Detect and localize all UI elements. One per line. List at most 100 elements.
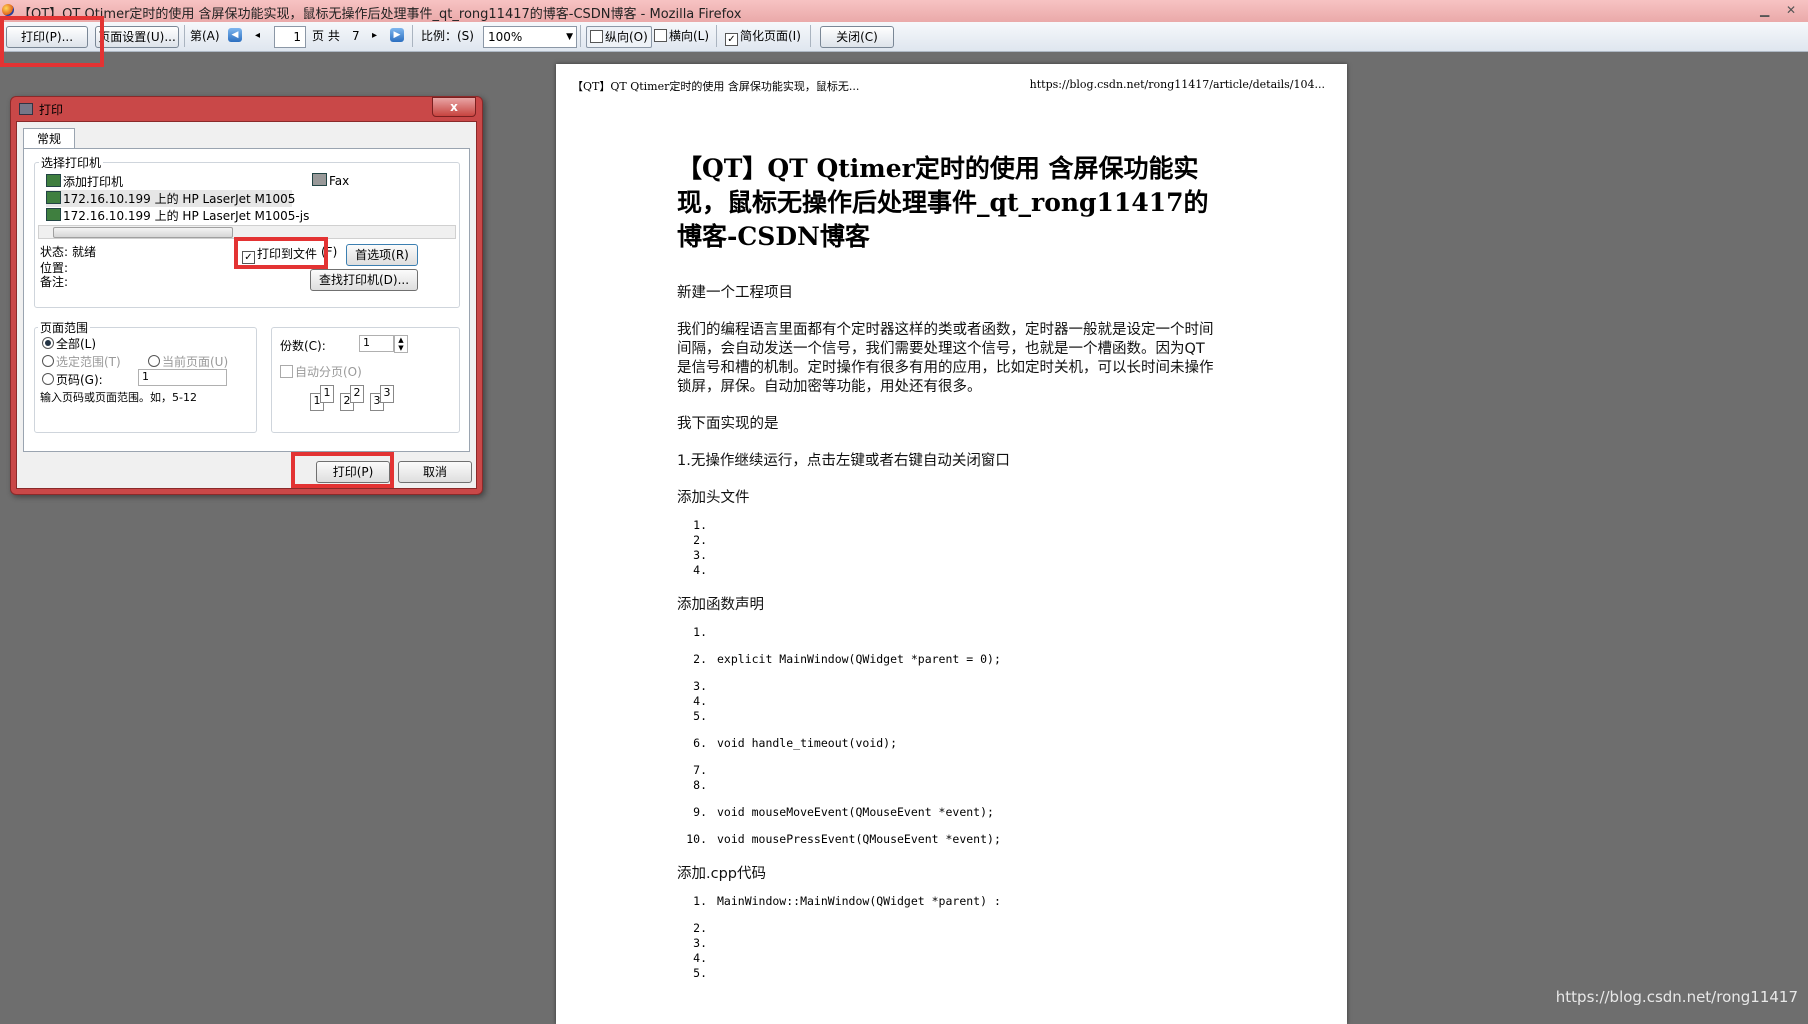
close-window-icon[interactable]: ✕ <box>1786 3 1796 17</box>
range-pages-input[interactable]: 1 <box>138 369 227 386</box>
highlight-dialog-print <box>291 452 394 488</box>
simplify-toggle[interactable]: ✓ 简化页面(I) <box>725 26 801 46</box>
range-selection-label: 选定范围(T) <box>56 355 121 369</box>
paragraph: 1.无操作继续运行，点击左键或者右键自动关闭窗口 <box>677 453 1010 469</box>
dialog-cancel-button[interactable]: 取消 <box>398 461 472 483</box>
preview-page: 【QT】QT Qtimer定时的使用 含屏保功能实现，鼠标无... https:… <box>556 64 1347 1024</box>
toolbar-divider <box>412 25 413 47</box>
code-text: MainWindow::MainWindow(QWidget *parent) … <box>717 894 1001 908</box>
highlight-print-to-file <box>234 237 328 269</box>
printer-icon <box>46 208 61 221</box>
line-number: 9. <box>693 805 707 819</box>
article-title: 【QT】QT Qtimer定时的使用 含屏保功能实现，鼠标无操作后处理事件_qt… <box>677 154 1209 251</box>
highlight-print-button <box>0 16 104 67</box>
range-selection-radio[interactable] <box>42 355 54 367</box>
tab-general[interactable]: 常规 <box>23 128 75 149</box>
range-hint: 输入页码或页面范围。如，5-12 <box>40 391 197 404</box>
first-page-icon[interactable]: ◀ <box>228 28 242 42</box>
print-dialog: 打印 x 常规 选择打印机 添加打印机 172.16.10.199 上的 HP … <box>10 96 483 495</box>
code-line: 5. <box>677 966 1217 981</box>
page-header-url: https://blog.csdn.net/rong11417/article/… <box>1029 78 1325 91</box>
line-number: 4. <box>693 694 707 708</box>
printer-icon <box>19 103 33 115</box>
line-number: 6. <box>693 736 707 750</box>
printer-item-m1005-js[interactable]: 172.16.10.199 上的 HP LaserJet M1005-js <box>46 207 309 224</box>
code-list-declarations: 1. 2. explicit MainWindow(QWidget *parent… <box>677 625 1217 847</box>
prev-page-icon[interactable]: ◂ <box>255 26 260 46</box>
code-text: void handle_timeout(void); <box>717 736 898 750</box>
scale-label: 比例：(S) <box>421 29 474 43</box>
range-selection-option[interactable]: 选定范围(T) <box>42 353 121 370</box>
copies-input[interactable]: 1 <box>359 335 394 352</box>
code-line: 2. explicit MainWindow(QWidget *parent = … <box>677 652 1217 667</box>
collate-checkbox[interactable] <box>280 365 293 378</box>
code-text: void mousePressEvent(QMouseEvent *event)… <box>717 832 1001 846</box>
line-number: 4. <box>693 951 707 965</box>
last-page-icon[interactable]: ▶ <box>390 28 404 42</box>
code-line: 9. void mouseMoveEvent(QMouseEvent *event… <box>677 805 1217 820</box>
general-tab-page: 选择打印机 添加打印机 172.16.10.199 上的 HP LaserJet… <box>23 148 470 452</box>
collate-page: 3 <box>380 385 394 403</box>
page-header-title: 【QT】QT Qtimer定时的使用 含屏保功能实现，鼠标无... <box>572 80 860 93</box>
range-current-radio[interactable] <box>148 355 160 367</box>
portrait-toggle[interactable]: 纵向(O) <box>586 26 652 48</box>
preferences-button[interactable]: 首选项(R) <box>346 244 418 266</box>
page-setup-button[interactable]: 页面设置(U)... <box>95 26 179 48</box>
next-page-icon[interactable]: ▸ <box>372 26 377 46</box>
code-list-headers: 1. 2. 3. 4. <box>677 518 1217 578</box>
paragraph: 我们的编程语言里面都有个定时器这样的类或者函数，定时器一般就是设定一个时间间隔，… <box>677 322 1214 395</box>
range-pages-option[interactable]: 页码(G): <box>42 371 103 388</box>
code-line: 2. <box>677 533 1217 548</box>
line-number: 3. <box>693 679 707 693</box>
paragraph: 我下面实现的是 <box>677 416 779 432</box>
collate-toggle[interactable]: 自动分页(O) <box>280 363 362 380</box>
printer-item-m1005[interactable]: 172.16.10.199 上的 HP LaserJet M1005 <box>46 190 296 207</box>
printer-name: 172.16.10.199 上的 HP LaserJet M1005-js <box>63 209 310 223</box>
copies-spinner[interactable]: ▲ ▼ <box>394 335 408 353</box>
range-current-option[interactable]: 当前页面(U) <box>148 353 228 370</box>
range-all-option[interactable]: 全部(L) <box>42 335 96 352</box>
toolbar-divider <box>716 25 717 47</box>
code-line: 1. MainWindow::MainWindow(QWidget *parent… <box>677 894 1217 909</box>
printer-item-add[interactable]: 添加打印机 <box>46 173 123 190</box>
article: 【QT】QT Qtimer定时的使用 含屏保功能实现，鼠标无操作后处理事件_qt… <box>677 152 1217 981</box>
scrollbar-thumb[interactable] <box>53 227 233 238</box>
landscape-toggle[interactable]: 横向(L) <box>654 26 709 46</box>
simplify-checkbox[interactable]: ✓ <box>725 33 738 46</box>
range-all-label: 全部(L) <box>56 337 97 351</box>
line-number: 8. <box>693 778 707 792</box>
scale-select[interactable]: 100% ▼ <box>483 26 577 48</box>
printer-name: 172.16.10.199 上的 HP LaserJet M1005 <box>63 192 296 206</box>
code-list-cpp: 1. MainWindow::MainWindow(QWidget *parent… <box>677 894 1217 981</box>
copies-label: 份数(C): <box>280 339 326 353</box>
portrait-checkbox[interactable] <box>590 30 603 43</box>
current-page-input[interactable]: 1 <box>274 26 306 48</box>
line-number: 3. <box>693 548 707 562</box>
scale-value: 100% <box>488 30 523 44</box>
code-line: 2. <box>677 921 1217 936</box>
paragraph: 添加.cpp代码 <box>677 866 766 882</box>
code-line: 4. <box>677 563 1217 578</box>
window-title: 【QT】QT Qtimer定时的使用 含屏保功能实现，鼠标无操作后处理事件_qt… <box>18 7 742 22</box>
range-all-radio[interactable] <box>42 337 54 349</box>
code-line: 3. <box>677 936 1217 951</box>
landscape-label: 横向(L) <box>669 29 710 43</box>
printer-name: Fax <box>329 174 350 188</box>
collate-illustration: 1 1 2 2 3 3 <box>306 381 406 417</box>
landscape-checkbox[interactable] <box>654 29 667 42</box>
printer-item-fax[interactable]: Fax <box>312 173 349 188</box>
line-number: 4. <box>693 563 707 577</box>
portrait-label: 纵向(O) <box>605 30 648 44</box>
toolbar-divider <box>580 25 581 47</box>
code-text: explicit MainWindow(QWidget *parent = 0)… <box>717 652 1001 666</box>
code-line: 7. <box>677 763 1217 778</box>
find-printer-button[interactable]: 查找打印机(D)... <box>310 269 418 291</box>
code-line: 10. void mousePressEvent(QMouseEvent *eve… <box>677 832 1217 847</box>
range-pages-radio[interactable] <box>42 373 54 385</box>
printer-name: 添加打印机 <box>63 175 124 189</box>
close-preview-button[interactable]: 关闭(C) <box>820 26 894 48</box>
line-number: 2. <box>693 921 707 935</box>
range-current-label: 当前页面(U) <box>162 355 229 369</box>
dialog-close-button[interactable]: x <box>432 97 476 117</box>
minimize-icon[interactable]: ▁ <box>1760 3 1769 17</box>
